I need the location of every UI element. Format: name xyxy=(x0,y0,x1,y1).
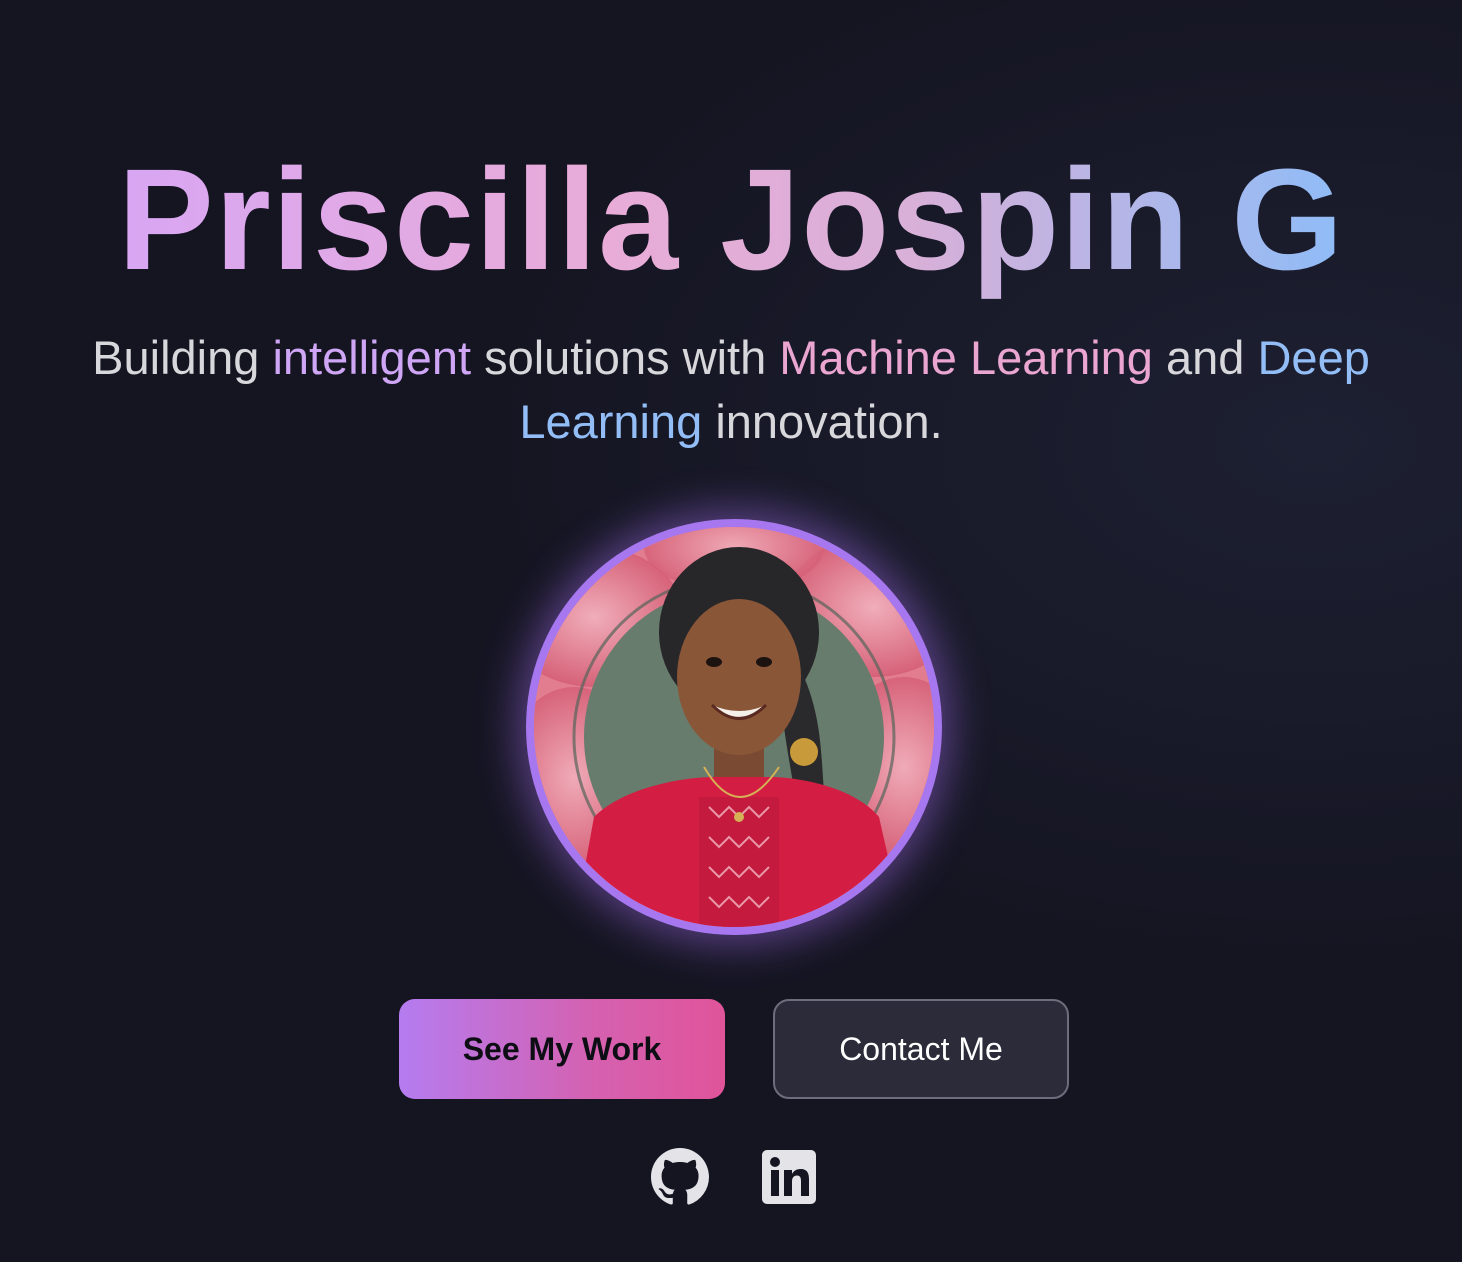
see-my-work-label: See My Work xyxy=(462,1030,662,1067)
tagline-text: innovation. xyxy=(702,395,943,448)
hero-tagline: Building intelligent solutions with Mach… xyxy=(60,326,1402,454)
tagline-highlight-machine-learning: Machine Learning xyxy=(779,331,1153,384)
hero-name: Priscilla Jospin G xyxy=(117,139,1345,300)
github-icon[interactable] xyxy=(651,1148,709,1206)
tagline-text: and xyxy=(1152,331,1258,384)
tagline-text: Building xyxy=(92,331,273,384)
profile-photo xyxy=(534,527,934,927)
tagline-text: solutions with xyxy=(471,331,780,384)
avatar-glow xyxy=(526,519,942,935)
contact-me-label: Contact Me xyxy=(839,1030,1003,1067)
profile-avatar xyxy=(526,519,942,935)
contact-me-button[interactable]: Contact Me xyxy=(773,999,1069,1099)
tagline-highlight-intelligent: intelligent xyxy=(272,331,472,384)
hero-section: Priscilla Jospin G Building intelligent … xyxy=(0,0,1462,1262)
see-my-work-button[interactable]: See My Work xyxy=(399,999,725,1099)
linkedin-icon[interactable] xyxy=(760,1148,818,1206)
